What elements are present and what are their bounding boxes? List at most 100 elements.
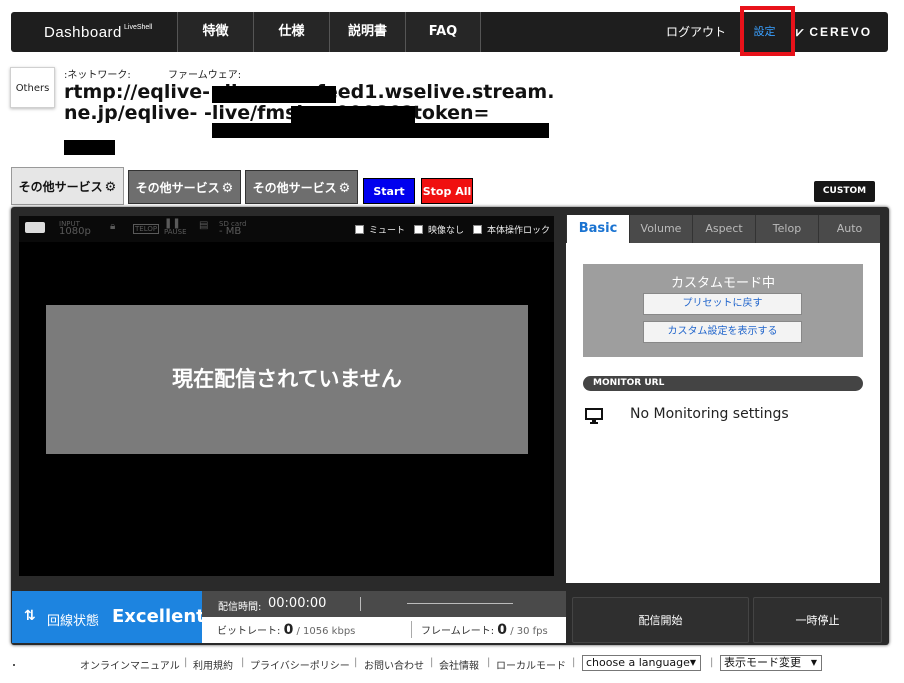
footer-link-contact[interactable]: お問い合わせ <box>364 657 424 672</box>
checkbox-box[interactable] <box>355 225 364 234</box>
divider <box>360 597 361 611</box>
line-status-value: Excellent <box>112 606 205 627</box>
brand-sub: LiveShell <box>124 24 153 31</box>
footer-separator: | <box>184 657 188 668</box>
progress-line <box>407 603 513 604</box>
other-service-label: その他サービス <box>18 180 103 194</box>
bitrate-value: 0 <box>283 622 294 638</box>
display-mode-select[interactable]: 表示モード変更 ▼ <box>720 655 822 671</box>
redaction-3 <box>212 123 549 138</box>
settings-highlight-box <box>740 6 795 56</box>
divider <box>411 621 412 638</box>
duration-value: 00:00:00 <box>268 596 327 611</box>
custom-badge: CUSTOM <box>814 181 875 202</box>
checkbox-box[interactable] <box>473 225 482 234</box>
dropdown-arrow-icon: ▼ <box>689 658 696 667</box>
footer: オンラインマニュアル | 利用規約 | プライバシーポリシー | お問い合わせ … <box>0 655 904 673</box>
redaction-1 <box>212 86 336 103</box>
custom-mode-title: カスタムモード中 <box>670 276 775 291</box>
mute-checkbox[interactable]: ミュート <box>355 223 405 236</box>
monitor-icon <box>585 408 603 424</box>
no-stream-message: 現在配信されていません <box>46 305 528 454</box>
bitrate-label: ビットレート: <box>217 626 281 637</box>
start-broadcast-button[interactable]: 配信開始 <box>572 597 749 643</box>
input-connector-icon <box>25 222 45 233</box>
language-select-value: choose a language <box>586 656 690 669</box>
other-service-label: その他サービス <box>252 181 337 195</box>
other-service-button-1[interactable]: その他サービス ⚙ <box>11 167 124 205</box>
footer-link-manual[interactable]: オンラインマニュアル <box>80 657 180 672</box>
no-monitoring-text: No Monitoring settings <box>630 406 789 422</box>
pause-button[interactable]: 一時停止 <box>753 597 882 643</box>
language-select[interactable]: choose a language ▼ <box>582 655 701 671</box>
brand-name: Dashboard <box>44 24 122 41</box>
nav-tab-manual[interactable]: 説明書 <box>329 12 405 52</box>
footer-link-company[interactable]: 会社情報 <box>439 657 479 672</box>
redaction-2 <box>291 106 415 123</box>
device-lock-checkbox[interactable]: 本体操作ロック <box>473 223 550 236</box>
duration-bar: 配信時間: 00:00:00 <box>202 591 566 617</box>
footer-separator: | <box>487 657 491 668</box>
brand-logo[interactable]: Dashboard LiveShell <box>11 12 177 52</box>
footer-link-local-mode[interactable]: ローカルモード <box>496 657 566 672</box>
tab-auto[interactable]: Auto <box>818 215 880 243</box>
footer-link-privacy[interactable]: プライバシーポリシー <box>250 657 350 672</box>
input-value: 1080p <box>59 226 91 237</box>
start-all-button[interactable]: Start All <box>363 178 415 224</box>
other-service-button-3[interactable]: その他サービス ⚙ <box>245 170 358 204</box>
stop-all-button[interactable]: Stop All <box>421 178 473 204</box>
sd-card-icon: ▤ <box>199 220 209 231</box>
bitrate-stat: ビットレート: 0 / 1056 kbps <box>217 622 355 638</box>
footer-separator: | <box>572 657 576 668</box>
footer-link-terms[interactable]: 利用規約 <box>193 657 233 672</box>
show-custom-settings-button[interactable]: カスタム設定を表示する <box>643 321 802 343</box>
nav-tab-specs[interactable]: 仕様 <box>253 12 329 52</box>
monitor-url-header: MONITOR URL <box>583 376 863 391</box>
duration-label: 配信時間: <box>218 602 262 613</box>
cerevo-logo-text: CEREVO <box>809 25 873 39</box>
gear-icon: ⚙ <box>221 181 234 196</box>
sd-card-value: - MB <box>219 226 242 237</box>
device-lock-label: 本体操作ロック <box>487 226 551 236</box>
dropdown-arrow-icon: ▼ <box>810 658 817 667</box>
updown-arrows-icon: ⇅ <box>24 608 36 624</box>
reset-preset-button[interactable]: プリセットに戻す <box>643 293 802 315</box>
network-label: :ネットワーク: <box>64 70 131 81</box>
footer-separator: | <box>430 657 434 668</box>
logout-link[interactable]: ログアウト <box>656 12 736 52</box>
telop-indicator: TELOP <box>133 224 160 234</box>
framerate-label: フレームレート: <box>421 626 495 637</box>
cerevo-logo: ⩗ CEREVO <box>796 12 872 52</box>
other-service-label: その他サービス <box>135 181 220 195</box>
no-video-checkbox[interactable]: 映像なし <box>414 223 464 236</box>
tab-telop[interactable]: Telop <box>755 215 818 243</box>
framerate-stat: フレームレート: 0 / 30 fps <box>421 622 548 638</box>
checkbox-box[interactable] <box>414 225 423 234</box>
framerate-value: 0 <box>497 622 508 638</box>
other-service-button-2[interactable]: その他サービス ⚙ <box>128 170 241 204</box>
firmware-label: ファームウェア: <box>168 70 242 81</box>
line-status-panel: ⇅ 回線状態 Excellent <box>12 591 205 643</box>
framerate-unit: / 30 fps <box>510 626 548 637</box>
footer-separator: | <box>241 657 245 668</box>
tab-aspect[interactable]: Aspect <box>692 215 755 243</box>
nav-tab-faq[interactable]: FAQ <box>405 12 481 52</box>
redaction-4 <box>64 140 115 155</box>
no-video-label: 映像なし <box>428 226 465 236</box>
gear-icon: ⚙ <box>338 181 351 196</box>
footer-separator: | <box>710 657 714 668</box>
sd-card-indicator: SD card - MB <box>219 220 246 237</box>
input-indicator: INPUT 1080p <box>59 220 91 237</box>
pause-label: PAUSE <box>164 228 187 236</box>
service-logo-others: Others <box>10 67 55 108</box>
gear-icon: ⚙ <box>104 180 117 195</box>
tab-volume[interactable]: Volume <box>629 215 692 243</box>
bitrate-unit: / 1056 kbps <box>296 626 356 637</box>
tab-basic[interactable]: Basic <box>566 215 629 243</box>
pause-indicator: ❚❚ PAUSE <box>164 219 187 237</box>
corner-mark <box>13 664 15 666</box>
cerevo-mark-icon: ⩗ <box>796 24 806 39</box>
mute-label: ミュート <box>369 226 406 236</box>
line-status-label: 回線状態 <box>47 614 100 629</box>
nav-tab-features[interactable]: 特徴 <box>177 12 253 52</box>
